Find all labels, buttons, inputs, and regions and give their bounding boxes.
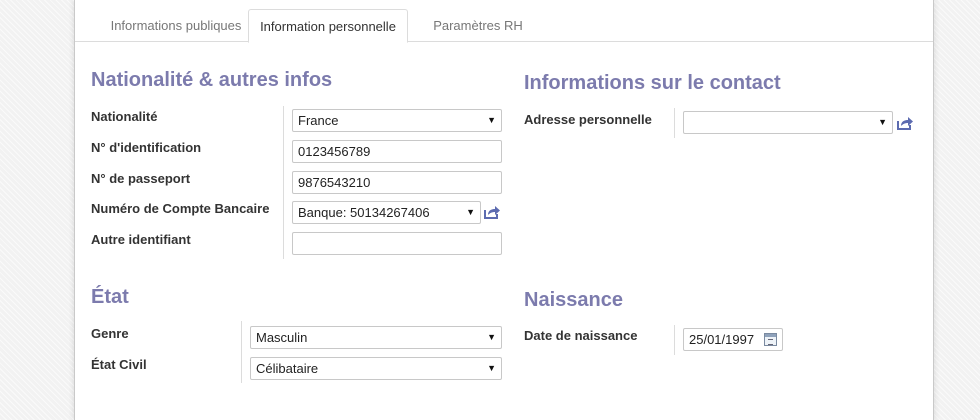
label-separator	[241, 321, 242, 383]
tab-parametres-rh[interactable]: Paramètres RH	[408, 9, 548, 42]
identification-input[interactable]: 0123456789	[292, 140, 502, 163]
gender-select[interactable]: Masculin ▼	[250, 326, 502, 349]
caret-down-icon: ▼	[487, 363, 496, 373]
contact-group-title: Informations sur le contact	[524, 72, 781, 94]
nationality-group-title: Nationalité & autres infos	[91, 69, 333, 91]
caret-down-icon: ▼	[466, 207, 475, 217]
nationality-label: Nationalité	[91, 109, 158, 124]
tab-informations-publiques[interactable]: Informations publiques	[91, 9, 261, 42]
bank-account-label: Numéro de Compte Bancaire	[91, 201, 270, 216]
passport-input[interactable]: 9876543210	[292, 171, 502, 194]
caret-down-icon: ▼	[487, 332, 496, 342]
tab-information-personnelle[interactable]: Information personnelle	[248, 9, 408, 43]
identification-label: N° d'identification	[91, 140, 202, 155]
label-separator	[674, 108, 675, 138]
birthdate-value: 25/01/1997	[689, 332, 755, 347]
label-separator	[283, 106, 284, 259]
marital-status-select[interactable]: Célibataire ▼	[250, 357, 502, 380]
nationality-select[interactable]: France ▼	[292, 109, 502, 132]
state-group-title: État	[91, 286, 129, 308]
bank-account-value: Banque: 50134267406	[298, 205, 430, 220]
nationality-value: France	[298, 113, 339, 128]
bank-account-select[interactable]: Banque: 50134267406 ▼	[292, 201, 481, 224]
passport-label: N° de passeport	[91, 171, 191, 186]
external-link-icon[interactable]	[483, 205, 501, 219]
caret-down-icon: ▼	[487, 115, 496, 125]
marital-status-value: Célibataire	[256, 361, 319, 376]
caret-down-icon: ▼	[878, 117, 887, 127]
gender-label: Genre	[91, 326, 129, 341]
marital-status-label: État Civil	[91, 357, 147, 372]
birthdate-input[interactable]: 25/01/1997	[683, 328, 783, 351]
other-id-label: Autre identifiant	[91, 232, 191, 247]
notebook-tabs: Informations publiques Information perso…	[75, 0, 933, 43]
birthdate-label: Date de naissance	[524, 328, 638, 343]
form-sheet: Informations publiques Information perso…	[74, 0, 934, 420]
other-id-input[interactable]	[292, 232, 502, 255]
home-address-select[interactable]: ▼	[683, 111, 893, 134]
home-address-label: Adresse personnelle	[524, 112, 652, 127]
birth-group-title: Naissance	[524, 289, 623, 311]
label-separator	[674, 325, 675, 355]
gender-value: Masculin	[256, 330, 308, 345]
external-link-icon[interactable]	[896, 116, 914, 130]
calendar-icon[interactable]	[764, 333, 777, 346]
